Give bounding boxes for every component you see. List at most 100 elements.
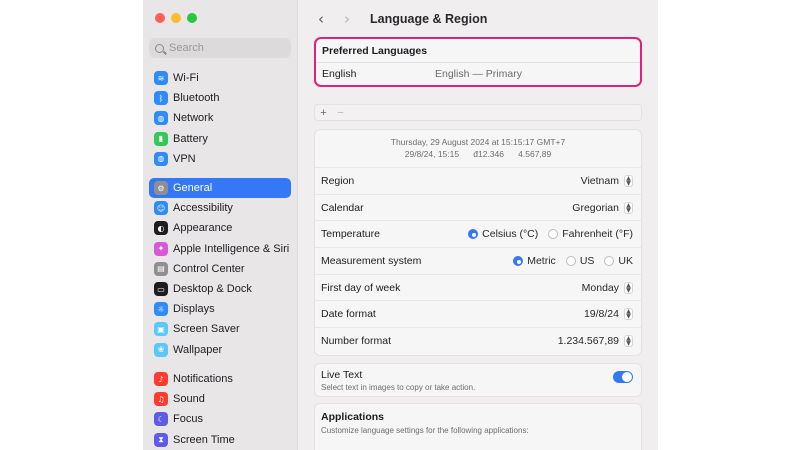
sidebar-item-notifications[interactable]: ♪ Notifications [149, 369, 291, 389]
first-day-select[interactable]: Monday ▲ ▼ [581, 281, 633, 294]
add-language-button[interactable]: + [315, 107, 332, 119]
radio-celsius[interactable]: Celsius (°C) [468, 228, 538, 240]
gear-icon: ⚙ [154, 181, 168, 196]
format-preview: Thursday, 29 August 2024 at 15:15:17 GMT… [315, 130, 641, 167]
screen-saver-icon: ▣ [154, 322, 168, 337]
toolbar: ‹ › Language & Region [312, 10, 487, 28]
region-select[interactable]: Vietnam ▲ ▼ [581, 174, 633, 187]
applications-title: Applications [321, 411, 385, 423]
sidebar-item-label: Bluetooth [173, 92, 220, 105]
number-format-value: 1.234.567,89 [557, 334, 619, 347]
date-format-label: Date format [321, 308, 376, 321]
radio-label: Celsius (°C) [482, 228, 539, 241]
radio-fahrenheit[interactable]: Fahrenheit (°F) [548, 228, 633, 240]
sidebar-group-notifications: ♪ Notifications ♫ Sound ☾ Focus ⧗ Screen Time [149, 369, 291, 450]
radio-unselected-icon [565, 255, 576, 266]
format-preview-numbers: 29/8/24, 15:15 đ12.346 4.567,89 [404, 149, 552, 159]
first-day-value: Monday [581, 281, 619, 294]
updown-chevron-icon: ▲ ▼ [624, 201, 633, 214]
sidebar-item-general[interactable]: ⚙ General [149, 178, 291, 199]
updown-chevron-icon: ▲ ▼ [624, 308, 633, 321]
sidebar-item-battery[interactable]: ▮ Battery [149, 129, 291, 149]
zoom-button[interactable] [187, 13, 197, 23]
bell-icon: ♪ [154, 372, 168, 387]
dock-icon: ▭ [154, 282, 168, 297]
radio-uk[interactable]: UK [604, 255, 633, 267]
sidebar-item-label: Wi-Fi [173, 72, 199, 85]
sidebar-item-label: Wallpaper [173, 343, 223, 356]
sidebar-item-wallpaper[interactable]: ❀ Wallpaper [149, 340, 291, 360]
remove-language-button[interactable]: − [332, 107, 349, 119]
region-row: Region Vietnam ▲ ▼ [315, 167, 641, 194]
calendar-select[interactable]: Gregorian ▲ ▼ [572, 201, 633, 214]
sidebar-item-network[interactable]: ◍ Network [149, 108, 291, 128]
sidebar-item-label: Displays [173, 303, 215, 316]
window-controls [155, 13, 197, 23]
format-preview-date: Thursday, 29 August 2024 at 15:15:17 GMT… [390, 137, 566, 147]
sidebar-item-label: Notifications [173, 373, 233, 386]
live-text-toggle[interactable] [613, 371, 633, 383]
sidebar-item-bluetooth[interactable]: ᛒ Bluetooth [149, 88, 291, 108]
date-format-select[interactable]: 19/8/24 ▲ ▼ [584, 308, 633, 321]
search-input[interactable]: Search [149, 38, 291, 58]
sidebar-item-label: Network [173, 112, 214, 125]
sidebar-item-sound[interactable]: ♫ Sound [149, 389, 291, 409]
sidebar-item-desktop-dock[interactable]: ▭ Desktop & Dock [149, 279, 291, 299]
sidebar-group-system: ⚙ General ☺ Accessibility ◐ Appearance ✦ Apple … [149, 178, 291, 360]
live-text-title: Live Text [321, 369, 363, 381]
sidebar-item-label: Screen Time [173, 433, 235, 446]
sidebar-item-label: Appearance [173, 222, 233, 235]
sidebar-item-label: Apple Intelligence & Siri [173, 242, 290, 255]
updown-chevron-icon: ▲ ▼ [624, 174, 633, 187]
speaker-icon: ♫ [154, 392, 168, 407]
sidebar-item-screen-saver[interactable]: ▣ Screen Saver [149, 319, 291, 339]
main-pane: ‹ › Language & Region Preferred Language… [298, 0, 658, 450]
sidebar-item-focus[interactable]: ☾ Focus [149, 409, 291, 429]
language-row-english[interactable]: English English — Primary [316, 63, 640, 80]
region-settings-section: Thursday, 29 August 2024 at 15:15:17 GMT… [314, 129, 642, 356]
sidebar-item-accessibility[interactable]: ☺ Accessibility [149, 198, 291, 218]
sidebar-item-displays[interactable]: ☼ Displays [149, 299, 291, 319]
live-text-section: Live Text Select text in images to copy … [314, 363, 642, 397]
forward-button[interactable]: › [338, 10, 356, 28]
preferred-languages-header: Preferred Languages [316, 39, 640, 63]
number-format-label: Number format [321, 334, 392, 347]
measurement-label: Measurement system [321, 254, 422, 267]
search-placeholder: Search [169, 42, 204, 54]
radio-selected-icon [468, 229, 479, 240]
sidebar-item-screen-time[interactable]: ⧗ Screen Time [149, 430, 291, 450]
minimize-button[interactable] [171, 13, 181, 23]
sidebar-item-appearance[interactable]: ◐ Appearance [149, 218, 291, 238]
page-title: Language & Region [370, 12, 488, 26]
date-format-row: Date format 19/8/24 ▲ ▼ [315, 300, 641, 327]
measurement-row: Measurement system Metric US UK [315, 247, 641, 274]
close-button[interactable] [155, 13, 165, 23]
back-button[interactable]: ‹ [312, 10, 330, 28]
settings-window: Search ≋ Wi-Fi ᛒ Bluetooth ◍ Network ▮ Battery ◍… [143, 0, 658, 450]
sidebar-item-vpn[interactable]: ◍ VPN [149, 149, 291, 169]
sidebar-group-connectivity: ≋ Wi-Fi ᛒ Bluetooth ◍ Network ▮ Battery ◍ VPN [149, 68, 291, 169]
search-icon [155, 43, 164, 53]
radio-metric[interactable]: Metric [513, 255, 556, 267]
battery-icon: ▮ [154, 131, 168, 146]
measurement-radio-group: Metric US UK [503, 255, 633, 267]
displays-icon: ☼ [154, 302, 168, 317]
calendar-value: Gregorian [572, 201, 619, 214]
control-center-icon: ▤ [154, 261, 168, 276]
radio-label: Metric [527, 254, 556, 267]
preferred-languages-section: Preferred Languages English English — Pr… [314, 37, 642, 87]
sidebar-item-label: General [173, 182, 213, 195]
language-name: English [322, 68, 357, 80]
sidebar-item-control-center[interactable]: ▤ Control Center [149, 259, 291, 279]
sidebar-item-label: Accessibility [173, 202, 233, 215]
first-day-label: First day of week [321, 281, 401, 294]
wifi-icon: ≋ [154, 71, 168, 86]
radio-us[interactable]: US [565, 255, 594, 267]
hourglass-icon: ⧗ [154, 432, 168, 447]
sidebar-item-apple-intelligence-siri[interactable]: ✦ Apple Intelligence & Siri [149, 239, 291, 259]
sidebar-item-label: VPN [173, 152, 196, 165]
number-format-select[interactable]: 1.234.567,89 ▲ ▼ [557, 334, 633, 347]
sidebar-item-wi-fi[interactable]: ≋ Wi-Fi [149, 68, 291, 88]
sidebar-item-label: Control Center [173, 262, 245, 275]
radio-unselected-icon [548, 229, 559, 240]
